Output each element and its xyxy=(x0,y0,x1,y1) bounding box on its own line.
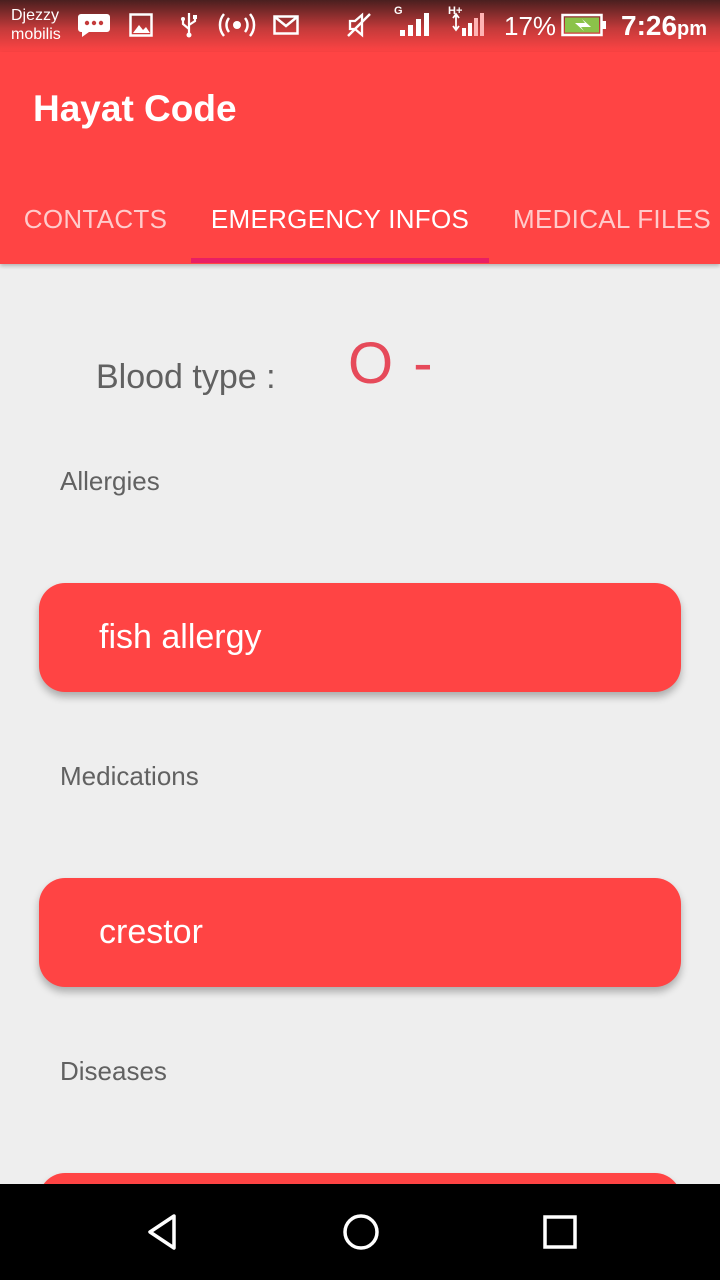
tab-emergency-infos[interactable]: EMERGENCY INFOS xyxy=(191,184,489,264)
usb-icon xyxy=(178,12,200,38)
clock: 7:26pm xyxy=(621,0,707,55)
carrier-line-1: Djezzy xyxy=(11,7,60,24)
battery-percent: 17% xyxy=(504,11,557,41)
medication-card[interactable]: crestor xyxy=(39,878,681,987)
mail-icon xyxy=(272,12,300,38)
tab-indicator xyxy=(191,258,489,263)
home-icon[interactable] xyxy=(337,1208,385,1256)
emergency-info-content[interactable]: Blood type : O - Allergies fish allergy … xyxy=(0,264,720,1184)
clock-suffix: pm xyxy=(677,18,708,40)
messages-icon xyxy=(77,12,111,38)
carrier-name: Djezzy mobilis xyxy=(11,6,61,44)
mute-icon xyxy=(346,12,374,38)
allergy-card[interactable]: fish allergy xyxy=(39,583,681,692)
app-title: Hayat Code xyxy=(33,88,237,129)
signal-icon xyxy=(450,12,486,38)
navigation-bar xyxy=(0,1184,720,1280)
tab-medical-files[interactable]: MEDICAL FILES xyxy=(489,184,720,264)
recents-icon[interactable] xyxy=(536,1208,584,1256)
disease-card[interactable] xyxy=(39,1173,681,1184)
tab-contacts[interactable]: CONTACTS xyxy=(0,184,191,264)
tab-bar: CONTACTS EMERGENCY INFOS MEDICAL FILES xyxy=(0,184,720,264)
medication-item: crestor xyxy=(99,913,203,951)
allergy-item: fish allergy xyxy=(99,618,262,656)
app-bar: Hayat Code CONTACTS EMERGENCY INFOS MEDI… xyxy=(0,52,720,264)
blood-type-label: Blood type : xyxy=(96,358,276,396)
clock-time: 7:26 xyxy=(621,10,678,41)
allergies-label: Allergies xyxy=(60,466,160,496)
signal-icon xyxy=(398,12,432,38)
battery-charging-icon xyxy=(561,12,607,38)
image-icon xyxy=(128,12,154,38)
screen: Djezzy mobilis G H+ 17% 7:26pm Hayat Cod… xyxy=(0,0,720,1280)
blood-type-value: O - xyxy=(348,331,435,396)
diseases-label: Diseases xyxy=(60,1056,167,1086)
medications-label: Medications xyxy=(60,761,199,791)
carrier-line-2: mobilis xyxy=(11,26,61,43)
status-bar: Djezzy mobilis G H+ 17% 7:26pm xyxy=(0,0,720,52)
back-icon[interactable] xyxy=(138,1208,186,1256)
hotspot-icon xyxy=(218,12,256,38)
